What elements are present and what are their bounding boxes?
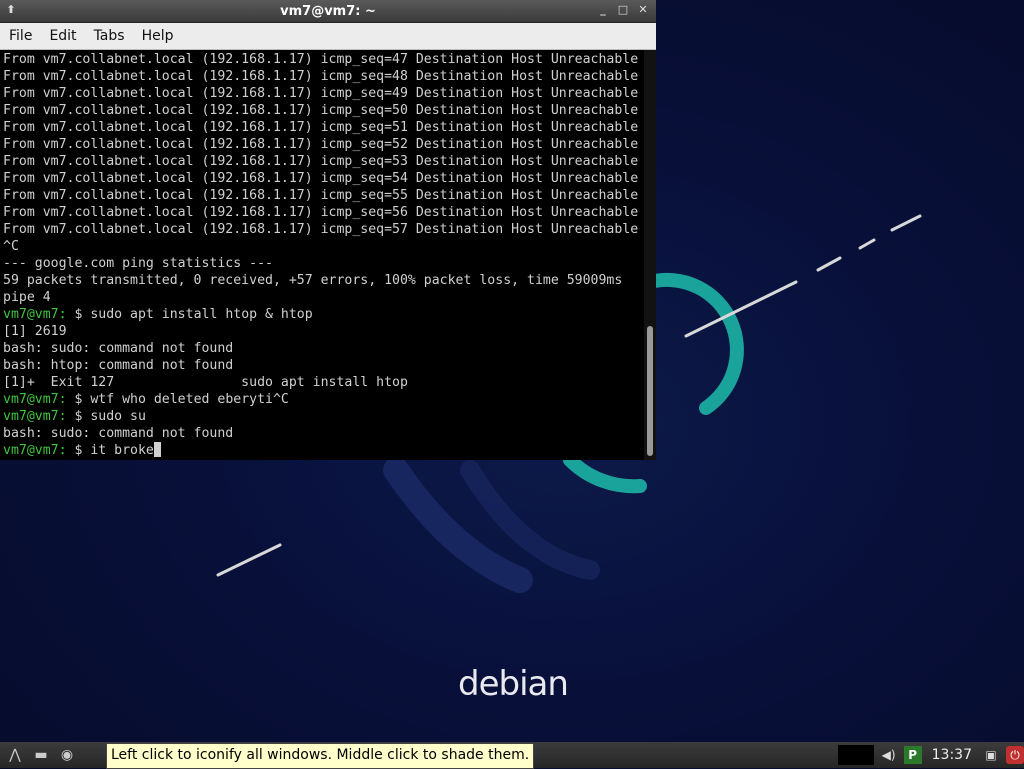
terminal-line-text: bash: sudo: command not found bbox=[3, 426, 234, 441]
clock[interactable]: 13:37 bbox=[928, 747, 976, 763]
menu-bar: File Edit Tabs Help bbox=[0, 23, 656, 50]
terminal-line: From vm7.collabnet.local (192.168.1.17) … bbox=[3, 51, 644, 68]
terminal-line: From vm7.collabnet.local (192.168.1.17) … bbox=[3, 85, 644, 102]
terminal-line: vm7@vm7: $ sudo su bbox=[3, 408, 644, 425]
terminal-line-text: [1]+ Exit 127 sudo apt install htop bbox=[3, 375, 408, 390]
terminal-line-text: $ wtf who deleted eberyti^C bbox=[66, 392, 289, 407]
terminal-line: From vm7.collabnet.local (192.168.1.17) … bbox=[3, 170, 644, 187]
power-icon[interactable]: ⏻ bbox=[1006, 746, 1024, 764]
terminal-scrollbar[interactable] bbox=[644, 50, 656, 460]
shell-prompt: vm7@vm7: bbox=[3, 443, 67, 458]
shell-prompt: vm7@vm7: bbox=[3, 409, 67, 424]
terminal-line: From vm7.collabnet.local (192.168.1.17) … bbox=[3, 102, 644, 119]
terminal-line: From vm7.collabnet.local (192.168.1.17) … bbox=[3, 153, 644, 170]
browser-icon[interactable]: ◉ bbox=[56, 744, 78, 766]
terminal-output[interactable]: From vm7.collabnet.local (192.168.1.17) … bbox=[0, 50, 644, 460]
text-cursor bbox=[153, 442, 161, 457]
terminal-line-text: From vm7.collabnet.local (192.168.1.17) … bbox=[3, 120, 639, 135]
terminal-line: From vm7.collabnet.local (192.168.1.17) … bbox=[3, 68, 644, 85]
network-icon[interactable]: ▣ bbox=[982, 746, 1000, 764]
menu-edit[interactable]: Edit bbox=[40, 28, 84, 44]
terminal-line: 59 packets transmitted, 0 received, +57 … bbox=[3, 272, 644, 289]
package-updater-icon[interactable]: P bbox=[903, 746, 922, 764]
terminal-line-text: $ sudo apt install htop & htop bbox=[66, 307, 313, 322]
cpu-monitor bbox=[837, 745, 874, 765]
close-icon[interactable]: ✕ bbox=[636, 3, 650, 17]
terminal-line-text: From vm7.collabnet.local (192.168.1.17) … bbox=[3, 154, 639, 169]
terminal-line-text: [1] 2619 bbox=[3, 324, 67, 339]
terminal-line: [1] 2619 bbox=[3, 323, 644, 340]
minimize-icon[interactable]: _ bbox=[596, 3, 610, 17]
debian-logo: debian bbox=[458, 664, 569, 704]
terminal-line-text: pipe 4 bbox=[3, 290, 51, 305]
terminal-line: bash: sudo: command not found bbox=[3, 340, 644, 357]
menu-tabs[interactable]: Tabs bbox=[85, 28, 133, 44]
terminal-line-text: $ sudo su bbox=[66, 409, 146, 424]
menu-file[interactable]: File bbox=[0, 28, 40, 44]
shell-prompt: vm7@vm7: bbox=[3, 392, 67, 407]
terminal-line-text: bash: htop: command not found bbox=[3, 358, 234, 373]
terminal-line-text: From vm7.collabnet.local (192.168.1.17) … bbox=[3, 205, 639, 220]
terminal-line: vm7@vm7: $ sudo apt install htop & htop bbox=[3, 306, 644, 323]
terminal-line-text: From vm7.collabnet.local (192.168.1.17) … bbox=[3, 52, 639, 67]
terminal-line-text: 59 packets transmitted, 0 received, +57 … bbox=[3, 273, 623, 288]
window-menu-icon[interactable]: ⬆ bbox=[4, 3, 18, 17]
maximize-icon[interactable]: □ bbox=[616, 3, 630, 17]
start-menu-icon[interactable]: ⋀ bbox=[4, 744, 26, 766]
terminal-line: From vm7.collabnet.local (192.168.1.17) … bbox=[3, 204, 644, 221]
shell-prompt: vm7@vm7: bbox=[3, 307, 67, 322]
tooltip: Left click to iconify all windows. Middl… bbox=[106, 743, 535, 769]
volume-icon[interactable]: ◀) bbox=[880, 746, 898, 764]
terminal-line: pipe 4 bbox=[3, 289, 644, 306]
terminal-line-text: bash: sudo: command not found bbox=[3, 341, 234, 356]
terminal-line-text: From vm7.collabnet.local (192.168.1.17) … bbox=[3, 103, 639, 118]
terminal-line: [1]+ Exit 127 sudo apt install htop bbox=[3, 374, 644, 391]
window-titlebar[interactable]: ⬆ vm7@vm7: ~ _ □ ✕ bbox=[0, 0, 656, 23]
terminal-line-text: From vm7.collabnet.local (192.168.1.17) … bbox=[3, 171, 639, 186]
terminal-line-text: From vm7.collabnet.local (192.168.1.17) … bbox=[3, 86, 639, 101]
terminal-line: From vm7.collabnet.local (192.168.1.17) … bbox=[3, 221, 644, 238]
terminal-line-text: $ it broke bbox=[66, 443, 154, 458]
terminal-line-text: From vm7.collabnet.local (192.168.1.17) … bbox=[3, 222, 639, 237]
terminal-line: vm7@vm7: $ wtf who deleted eberyti^C bbox=[3, 391, 644, 408]
terminal-line: ^C bbox=[3, 238, 644, 255]
window-title: vm7@vm7: ~ bbox=[280, 3, 376, 19]
terminal-line: bash: htop: command not found bbox=[3, 357, 644, 374]
terminal-line-text: --- google.com ping statistics --- bbox=[3, 256, 273, 271]
scrollbar-thumb[interactable] bbox=[647, 326, 653, 456]
system-tray: ◀) P 13:37 ▣ ⏻ bbox=[837, 742, 1024, 768]
terminal-line: vm7@vm7: $ it broke bbox=[3, 442, 644, 459]
terminal-line: bash: sudo: command not found bbox=[3, 425, 644, 442]
terminal-line: From vm7.collabnet.local (192.168.1.17) … bbox=[3, 119, 644, 136]
terminal-line: --- google.com ping statistics --- bbox=[3, 255, 644, 272]
terminal-window[interactable]: ⬆ vm7@vm7: ~ _ □ ✕ File Edit Tabs Help F… bbox=[0, 0, 656, 460]
terminal-line-text: ^C bbox=[3, 239, 19, 254]
terminal-line-text: From vm7.collabnet.local (192.168.1.17) … bbox=[3, 137, 639, 152]
terminal-line: From vm7.collabnet.local (192.168.1.17) … bbox=[3, 136, 644, 153]
terminal-line-text: From vm7.collabnet.local (192.168.1.17) … bbox=[3, 188, 639, 203]
terminal-line: From vm7.collabnet.local (192.168.1.17) … bbox=[3, 187, 644, 204]
terminal-line-text: From vm7.collabnet.local (192.168.1.17) … bbox=[3, 69, 639, 84]
show-desktop-icon[interactable]: ▬ bbox=[30, 744, 52, 766]
menu-help[interactable]: Help bbox=[133, 28, 182, 44]
